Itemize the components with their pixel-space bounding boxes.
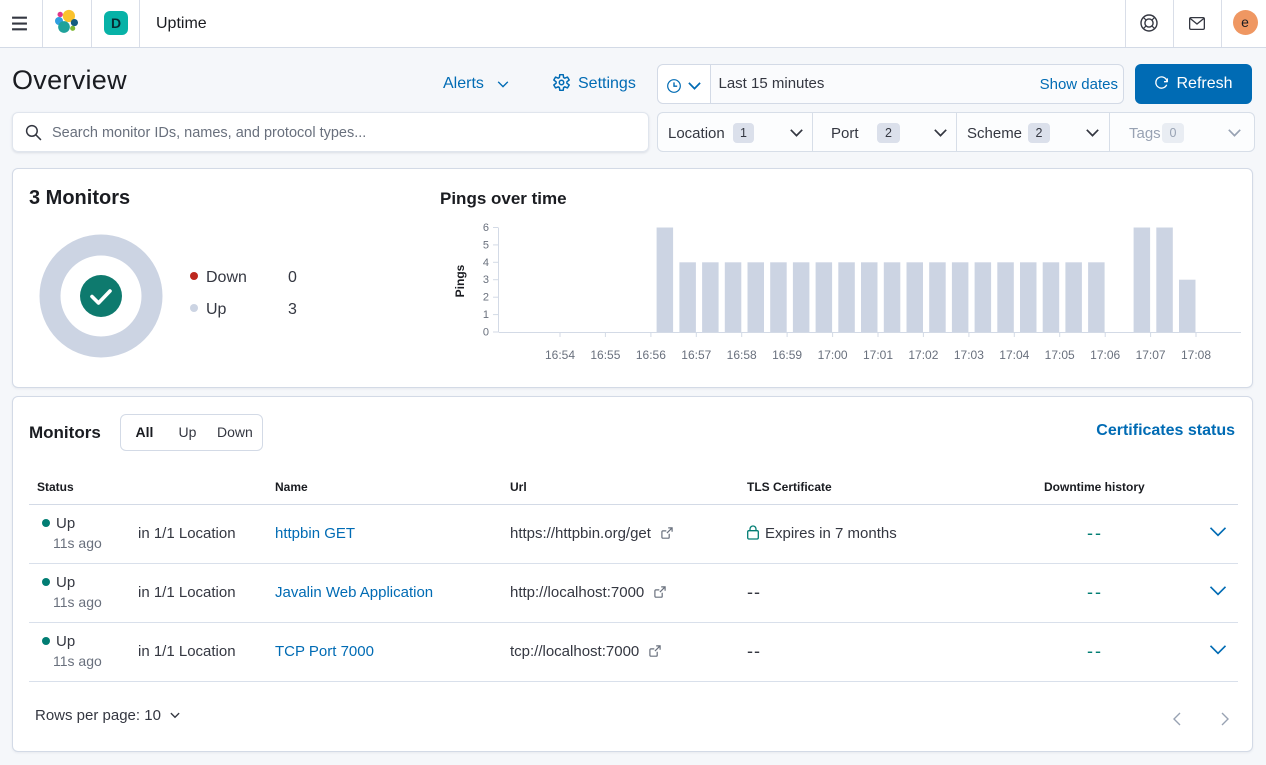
svg-text:3: 3 bbox=[483, 274, 489, 286]
svg-text:17:02: 17:02 bbox=[908, 348, 938, 362]
svg-text:16:58: 16:58 bbox=[727, 348, 757, 362]
svg-text:16:55: 16:55 bbox=[590, 348, 620, 362]
svg-text:4: 4 bbox=[483, 257, 489, 269]
svg-text:17:01: 17:01 bbox=[863, 348, 893, 362]
svg-text:0: 0 bbox=[483, 327, 489, 339]
svg-text:16:54: 16:54 bbox=[545, 348, 575, 362]
svg-text:2: 2 bbox=[483, 292, 489, 304]
svg-text:16:57: 16:57 bbox=[681, 348, 711, 362]
svg-text:16:59: 16:59 bbox=[772, 348, 802, 362]
svg-text:Pings: Pings bbox=[453, 264, 467, 297]
svg-text:1: 1 bbox=[483, 309, 489, 321]
svg-text:17:04: 17:04 bbox=[999, 348, 1029, 362]
svg-text:17:07: 17:07 bbox=[1136, 348, 1166, 362]
svg-text:6: 6 bbox=[483, 222, 489, 234]
svg-text:17:05: 17:05 bbox=[1045, 348, 1075, 362]
svg-text:17:03: 17:03 bbox=[954, 348, 984, 362]
svg-text:16:56: 16:56 bbox=[636, 348, 666, 362]
svg-text:17:08: 17:08 bbox=[1181, 348, 1211, 362]
svg-text:17:00: 17:00 bbox=[818, 348, 848, 362]
svg-text:5: 5 bbox=[483, 239, 489, 251]
svg-text:17:06: 17:06 bbox=[1090, 348, 1120, 362]
